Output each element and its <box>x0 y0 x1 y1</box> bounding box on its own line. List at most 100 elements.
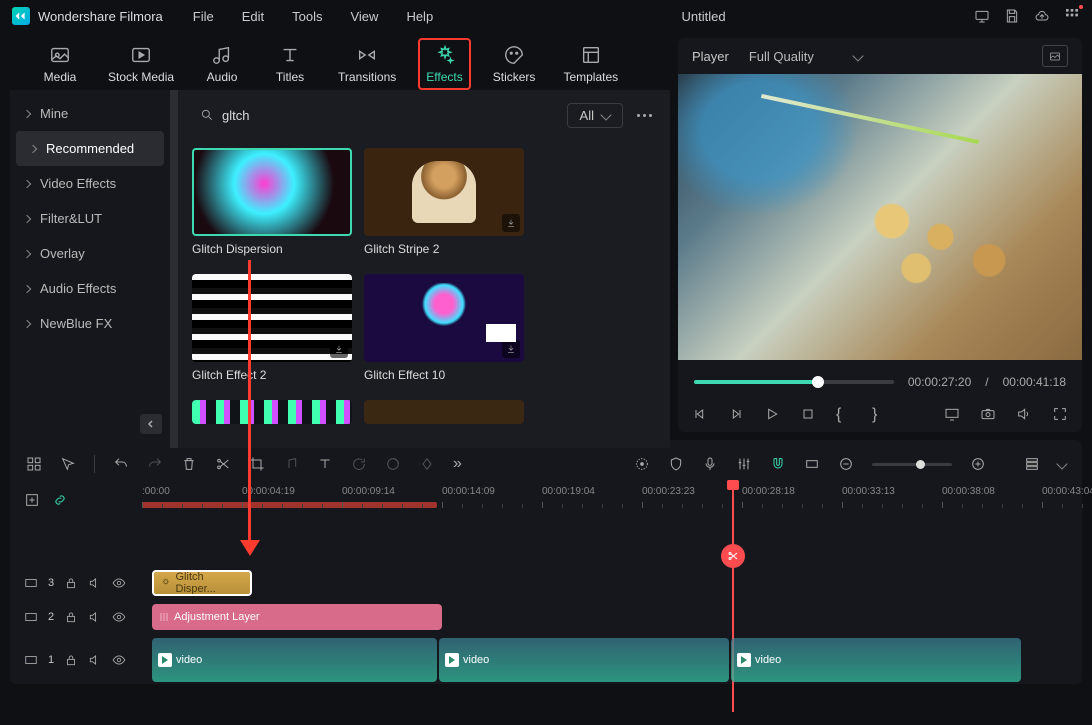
volume-icon[interactable] <box>1016 406 1032 422</box>
fullscreen-icon[interactable] <box>1052 406 1068 422</box>
menu-view[interactable]: View <box>350 9 378 24</box>
mixer-icon[interactable] <box>736 456 752 472</box>
menu-help[interactable]: Help <box>406 9 433 24</box>
save-icon[interactable] <box>1004 8 1020 24</box>
rotate-icon[interactable] <box>351 456 367 472</box>
lock-icon[interactable] <box>64 610 78 624</box>
download-icon[interactable] <box>502 340 520 358</box>
zoom-in-icon[interactable] <box>970 456 986 472</box>
apps-icon[interactable] <box>1064 7 1080 26</box>
mute-icon[interactable] <box>88 653 102 667</box>
sidebar-item-mine[interactable]: Mine <box>10 96 170 131</box>
redo-icon[interactable] <box>147 456 163 472</box>
sidebar-resize-handle[interactable] <box>170 90 178 448</box>
camera-icon[interactable] <box>980 406 996 422</box>
magnet-icon[interactable] <box>770 456 786 472</box>
mark-out-icon[interactable]: } <box>872 406 888 422</box>
effect-card[interactable]: Glitch Effect 2 <box>192 274 352 382</box>
lock-icon[interactable] <box>64 653 78 667</box>
marker-icon[interactable] <box>634 456 650 472</box>
snapshot-button[interactable] <box>1042 45 1068 67</box>
preview-viewport[interactable] <box>678 74 1082 360</box>
play-icon[interactable] <box>764 406 780 422</box>
select-icon[interactable] <box>60 456 76 472</box>
mute-icon[interactable] <box>88 610 102 624</box>
tab-stickers[interactable]: Stickers <box>487 40 542 88</box>
text-icon[interactable] <box>317 456 333 472</box>
download-icon[interactable] <box>330 340 348 358</box>
effect-label: Glitch Effect 2 <box>192 368 352 382</box>
menu-file[interactable]: File <box>193 9 214 24</box>
crop-icon[interactable] <box>249 456 265 472</box>
shield-icon[interactable] <box>668 456 684 472</box>
next-frame-icon[interactable] <box>728 406 744 422</box>
mic-icon[interactable] <box>702 456 718 472</box>
effect-clip[interactable]: Glitch Disper... <box>152 570 252 596</box>
prev-frame-icon[interactable] <box>692 406 708 422</box>
undo-icon[interactable] <box>113 456 129 472</box>
sidebar-item-recommended[interactable]: Recommended <box>16 131 164 166</box>
keyframe-icon[interactable] <box>419 456 435 472</box>
visible-icon[interactable] <box>112 576 126 590</box>
video-clip[interactable]: video <box>439 638 729 682</box>
quality-dropdown[interactable]: Full Quality <box>749 49 862 64</box>
link-icon[interactable] <box>52 492 68 508</box>
sidebar-item-audio-effects[interactable]: Audio Effects <box>10 271 170 306</box>
menu-edit[interactable]: Edit <box>242 9 264 24</box>
sidebar-item-overlay[interactable]: Overlay <box>10 236 170 271</box>
tab-transitions[interactable]: Transitions <box>332 40 402 88</box>
mark-in-icon[interactable]: { <box>836 406 852 422</box>
effect-card[interactable]: Glitch Effect 10 <box>364 274 524 382</box>
fit-icon[interactable] <box>804 456 820 472</box>
track-2: 2 Adjustment Layer <box>10 602 1082 632</box>
lock-icon[interactable] <box>64 576 78 590</box>
menu-tools[interactable]: Tools <box>292 9 322 24</box>
adjustment-clip[interactable]: Adjustment Layer <box>152 604 442 630</box>
total-time: 00:00:41:18 <box>1003 375 1066 389</box>
sidebar-item-filter-lut[interactable]: Filter&LUT <box>10 201 170 236</box>
zoom-slider[interactable] <box>872 463 952 466</box>
device-icon[interactable] <box>974 8 990 24</box>
track-view-chevron[interactable] <box>1056 458 1067 469</box>
search-field[interactable] <box>192 108 557 123</box>
split-icon[interactable] <box>215 456 231 472</box>
effect-card[interactable]: Glitch Dispersion <box>192 148 352 256</box>
speed-icon[interactable] <box>283 456 299 472</box>
visible-icon[interactable] <box>112 610 126 624</box>
track-view-icon[interactable] <box>1024 456 1040 472</box>
effect-card[interactable]: Glitch Stripe 2 <box>364 148 524 256</box>
sidebar-item-newblue[interactable]: NewBlue FX <box>10 306 170 341</box>
download-icon[interactable] <box>502 214 520 232</box>
mute-icon[interactable] <box>88 576 102 590</box>
stop-icon[interactable] <box>800 406 816 422</box>
display-icon[interactable] <box>944 406 960 422</box>
video-clip[interactable]: video <box>152 638 437 682</box>
tab-titles[interactable]: Titles <box>264 40 316 88</box>
tab-stock[interactable]: Stock Media <box>102 40 180 88</box>
video-clip[interactable]: video <box>731 638 1021 682</box>
effect-label: Glitch Dispersion <box>192 242 352 256</box>
search-input[interactable] <box>222 108 549 123</box>
delete-icon[interactable] <box>181 456 197 472</box>
sidebar-collapse-button[interactable] <box>140 414 162 434</box>
tab-templates[interactable]: Templates <box>557 40 624 88</box>
zoom-out-icon[interactable] <box>838 456 854 472</box>
effect-card[interactable] <box>192 400 352 424</box>
visible-icon[interactable] <box>112 653 126 667</box>
tab-effects[interactable]: Effects <box>418 38 470 90</box>
layout-icon[interactable] <box>26 456 42 472</box>
effect-card[interactable] <box>364 400 524 424</box>
cloud-icon[interactable] <box>1034 8 1050 24</box>
filter-dropdown[interactable]: All <box>567 103 623 128</box>
time-ruler[interactable]: :00:0000:00:04:1900:00:09:1400:00:14:090… <box>142 482 1082 518</box>
app-logo <box>12 7 30 25</box>
sidebar-item-video-effects[interactable]: Video Effects <box>10 166 170 201</box>
add-track-icon[interactable] <box>24 492 40 508</box>
effect-thumb <box>192 400 352 424</box>
scrub-bar[interactable] <box>694 380 894 384</box>
color-icon[interactable] <box>385 456 401 472</box>
tab-audio[interactable]: Audio <box>196 40 248 88</box>
more-tools-icon[interactable]: » <box>453 455 462 473</box>
more-menu[interactable] <box>633 110 656 121</box>
tab-media[interactable]: Media <box>34 40 86 88</box>
